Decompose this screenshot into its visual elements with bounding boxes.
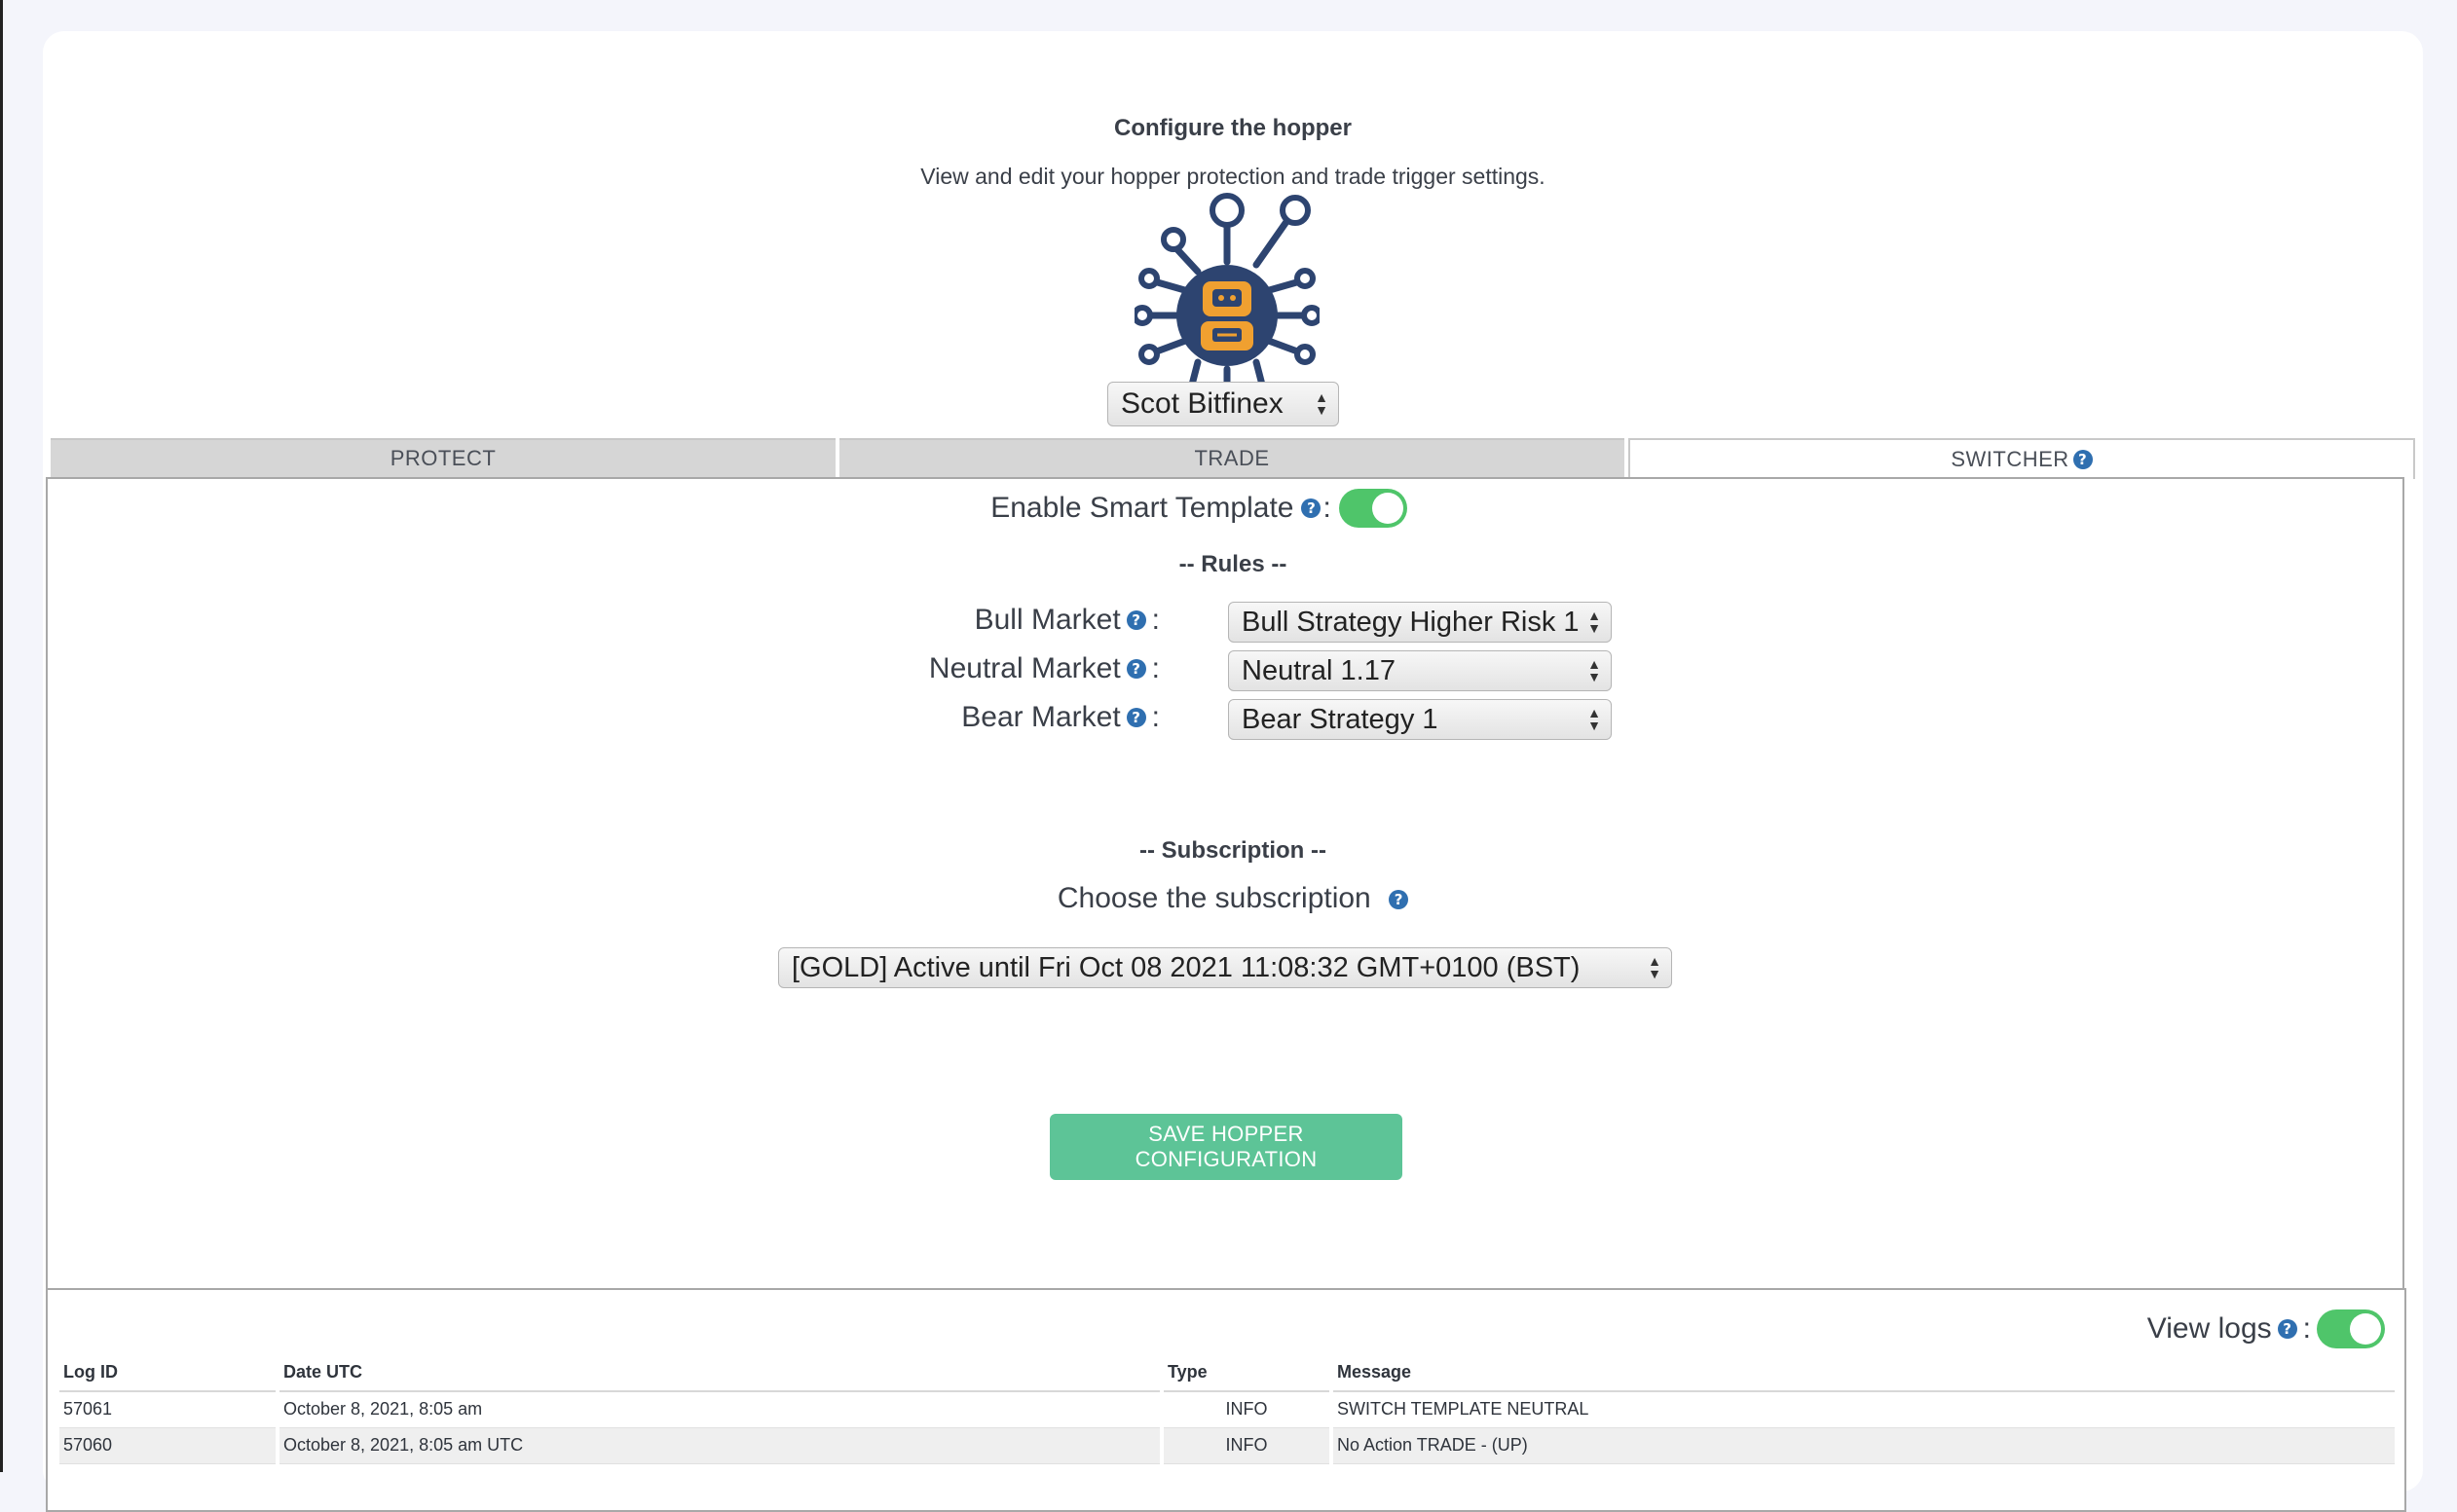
bear-market-label: Bear Market ?: bbox=[961, 701, 1160, 734]
table-header-row: Log ID Date UTC Type Message bbox=[59, 1356, 2395, 1392]
view-logs-toggle[interactable] bbox=[2317, 1309, 2385, 1348]
view-logs-row: View logs ?: bbox=[2147, 1309, 2385, 1348]
config-card: Configure the hopper View and edit your … bbox=[43, 31, 2423, 1512]
select-arrows-icon: ▲ ▼ bbox=[1587, 705, 1601, 733]
rules-heading: -- Rules -- bbox=[1178, 551, 1287, 577]
logs-panel: View logs ?: Log ID Date UTC Type Messag… bbox=[46, 1288, 2406, 1512]
smart-template-label: Enable Smart Template bbox=[990, 492, 1294, 524]
neutral-market-label: Neutral Market ?: bbox=[929, 652, 1160, 685]
colon: : bbox=[1151, 652, 1160, 684]
select-arrows-icon: ▲ ▼ bbox=[1587, 656, 1601, 684]
message-cell: SWITCH TEMPLATE NEUTRAL bbox=[1333, 1392, 2395, 1428]
question-circle-icon[interactable]: ? bbox=[2072, 450, 2093, 469]
subscription-select[interactable]: [GOLD] Active until Fri Oct 08 2021 11:0… bbox=[778, 947, 1672, 988]
neutral-market-select[interactable]: Neutral 1.17 ▲ ▼ bbox=[1228, 650, 1612, 691]
neutral-market-select-value: Neutral 1.17 bbox=[1242, 654, 1396, 686]
tab-switcher-label: SWITCHER bbox=[1951, 447, 2069, 471]
toggle-knob bbox=[1371, 493, 1403, 524]
window-edge bbox=[0, 0, 3, 1472]
message-cell: No Action TRADE - (UP) bbox=[1333, 1428, 2395, 1464]
column-header[interactable]: Log ID bbox=[59, 1356, 276, 1392]
robot-circuit-logo-icon bbox=[1135, 193, 1320, 404]
tab-trade[interactable]: TRADE bbox=[839, 438, 1624, 477]
subscription-select-value: [GOLD] Active until Fri Oct 08 2021 11:0… bbox=[792, 951, 1581, 983]
type-cell: INFO bbox=[1164, 1392, 1329, 1428]
log-id-cell: 57060 bbox=[59, 1428, 276, 1464]
column-header[interactable]: Date UTC bbox=[279, 1356, 1160, 1392]
bull-market-label: Bull Market ?: bbox=[975, 604, 1160, 637]
colon: : bbox=[1151, 604, 1160, 636]
date-cell: October 8, 2021, 8:05 am UTC bbox=[279, 1428, 1160, 1464]
date-cell: October 8, 2021, 8:05 am bbox=[279, 1392, 1160, 1428]
bull-market-label-text: Bull Market bbox=[974, 604, 1121, 636]
tab-switcher[interactable]: SWITCHER ? bbox=[1628, 438, 2415, 479]
bear-market-select[interactable]: Bear Strategy 1 ▲ ▼ bbox=[1228, 699, 1612, 740]
question-circle-icon[interactable]: ? bbox=[1126, 659, 1146, 679]
log-id-cell: 57061 bbox=[59, 1392, 276, 1428]
question-circle-icon[interactable]: ? bbox=[1126, 708, 1146, 727]
question-circle-icon[interactable]: ? bbox=[1301, 498, 1322, 518]
logs-table: Log ID Date UTC Type Message 57061 Octob… bbox=[56, 1356, 2399, 1464]
toggle-knob bbox=[2350, 1313, 2381, 1345]
table-row: 57061 October 8, 2021, 8:05 am INFO SWIT… bbox=[59, 1392, 2395, 1428]
smart-template-row: Enable Smart Template ?: bbox=[43, 489, 2423, 528]
page-subtitle: View and edit your hopper protection and… bbox=[920, 164, 1545, 189]
column-header[interactable]: Message bbox=[1333, 1356, 2395, 1392]
column-header[interactable]: Type bbox=[1164, 1356, 1329, 1392]
view-logs-label: View logs bbox=[2146, 1312, 2272, 1345]
subscription-heading: -- Subscription -- bbox=[1139, 837, 1326, 864]
subscription-row: Choose the subscription ? bbox=[43, 882, 2423, 915]
colon: : bbox=[2302, 1312, 2311, 1345]
bear-market-select-value: Bear Strategy 1 bbox=[1242, 703, 1438, 735]
type-cell: INFO bbox=[1164, 1428, 1329, 1464]
question-circle-icon[interactable]: ? bbox=[1389, 890, 1409, 910]
select-arrows-icon: ▲ ▼ bbox=[1315, 389, 1328, 418]
bear-market-label-text: Bear Market bbox=[961, 701, 1121, 733]
colon: : bbox=[1151, 701, 1160, 733]
smart-template-toggle[interactable] bbox=[1338, 489, 1407, 528]
page-title: Configure the hopper bbox=[1114, 115, 1352, 141]
neutral-market-label-text: Neutral Market bbox=[928, 652, 1121, 684]
account-select-value: Scot Bitfinex bbox=[1121, 387, 1284, 420]
bull-market-select[interactable]: Bull Strategy Higher Risk 1 ▲ ▼ bbox=[1228, 602, 1612, 643]
save-hopper-configuration-button[interactable]: SAVE HOPPER CONFIGURATION bbox=[1050, 1114, 1402, 1180]
account-select[interactable]: Scot Bitfinex ▲ ▼ bbox=[1107, 382, 1339, 426]
question-circle-icon[interactable]: ? bbox=[2277, 1319, 2297, 1339]
subscription-label: Choose the subscription bbox=[1057, 882, 1371, 914]
table-row: 57060 October 8, 2021, 8:05 am UTC INFO … bbox=[59, 1428, 2395, 1464]
bull-market-select-value: Bull Strategy Higher Risk 1 bbox=[1242, 606, 1580, 638]
question-circle-icon[interactable]: ? bbox=[1126, 610, 1146, 630]
select-arrows-icon: ▲ ▼ bbox=[1648, 953, 1661, 981]
colon: : bbox=[1322, 492, 1331, 524]
tab-protect[interactable]: PROTECT bbox=[51, 438, 836, 477]
select-arrows-icon: ▲ ▼ bbox=[1587, 608, 1601, 636]
